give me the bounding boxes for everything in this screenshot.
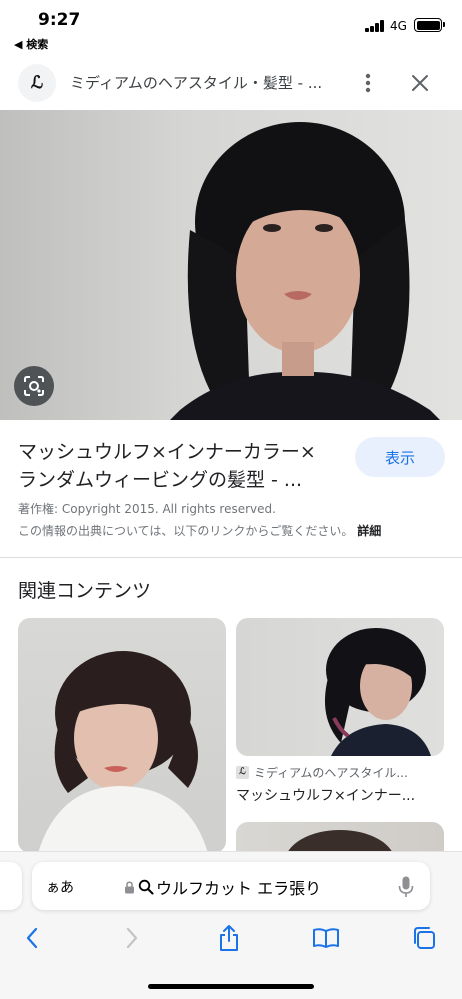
related-source-text-2: ミディアムのヘアスタイル... — [254, 766, 408, 780]
status-time: 9:27 — [38, 10, 81, 30]
lens-icon[interactable] — [14, 366, 54, 406]
home-indicator — [148, 984, 314, 989]
back-to-app-link[interactable]: ◀ 検索 — [14, 36, 48, 52]
battery-icon — [414, 18, 445, 32]
previous-tab-peek[interactable] — [0, 862, 22, 910]
page-settings-button[interactable]: ぁあ — [46, 877, 74, 897]
related-heading: 関連コンテンツ — [18, 580, 152, 602]
copyright-text: 著作権: Copyright 2015. All rights reserved… — [18, 502, 276, 516]
lock-icon — [125, 880, 134, 893]
result-header: ℒ ミディアムのヘアスタイル・髪型 - ... — [0, 58, 462, 108]
close-icon[interactable] — [404, 68, 436, 98]
result-title-line1: マッシュウルフ×インナーカラー× — [18, 441, 316, 463]
tabs-icon[interactable] — [406, 920, 442, 956]
result-title[interactable]: マッシュウルフ×インナーカラー× ランダムウィービングの髪型 - ... — [18, 438, 338, 494]
address-bar[interactable]: ぁあ ウルフカット エラ張り — [32, 862, 430, 910]
more-vert-icon[interactable] — [356, 68, 380, 98]
signal-icon — [365, 20, 385, 32]
status-bar: 9:27 ◀ 検索 4G — [0, 0, 462, 56]
related-title-2[interactable]: マッシュウルフ×インナー... — [236, 785, 444, 805]
mic-icon[interactable] — [396, 875, 416, 899]
related-source-2: ℒ ミディアムのヘアスタイル... — [236, 764, 444, 781]
browser-bottom-bar: ぁあ ウルフカット エラ張り — [0, 851, 462, 999]
result-title-line2: ランダムウィービングの髪型 - ... — [18, 469, 303, 491]
url-text: ウルフカット エラ張り — [156, 879, 322, 898]
related-image-2[interactable] — [236, 618, 444, 756]
url-display[interactable]: ウルフカット エラ張り — [124, 875, 321, 899]
network-type: 4G — [390, 19, 407, 33]
header-title[interactable]: ミディアムのヘアスタイル・髪型 - ... — [70, 72, 340, 93]
related-image-1[interactable] — [18, 618, 226, 853]
share-icon[interactable] — [211, 920, 247, 956]
site-logo: ℒ — [18, 64, 56, 102]
browser-toolbar — [0, 920, 462, 956]
source-note: この情報の出典については、以下のリンクからご覧ください。 詳細 — [18, 522, 381, 539]
search-icon — [138, 879, 154, 895]
show-button[interactable]: 表示 — [355, 437, 445, 477]
details-link[interactable]: 詳細 — [357, 524, 381, 538]
site-logo-mini: ℒ — [236, 766, 249, 779]
divider — [0, 557, 462, 558]
forward-icon[interactable] — [114, 920, 150, 956]
bookmarks-icon[interactable] — [308, 920, 344, 956]
main-result-image[interactable] — [0, 110, 462, 420]
source-note-text: この情報の出典については、以下のリンクからご覧ください。 — [18, 524, 354, 538]
back-icon[interactable] — [14, 920, 50, 956]
